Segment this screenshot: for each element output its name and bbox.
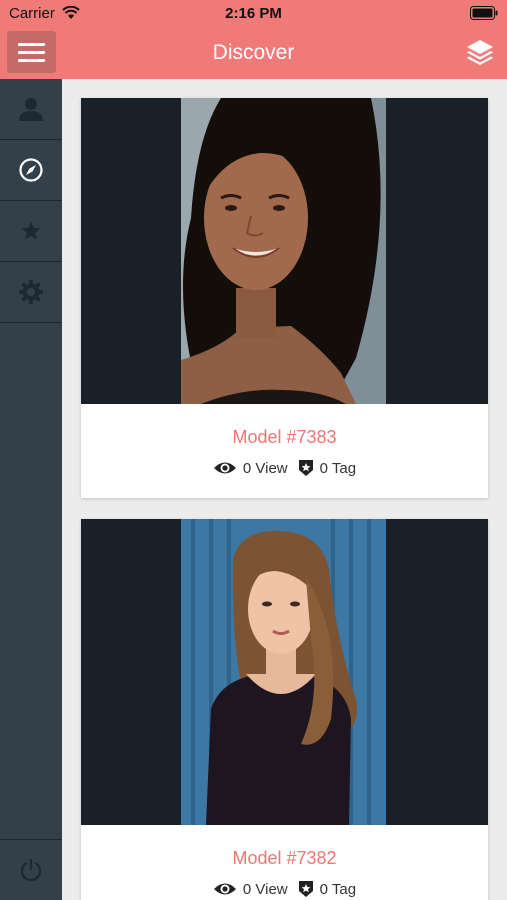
tags-count: 0 Tag xyxy=(319,880,357,898)
model-stats: 0 View 0 Tag xyxy=(81,880,488,898)
sidebar xyxy=(0,79,62,900)
user-icon xyxy=(19,98,43,121)
tags-stat: 0 Tag xyxy=(298,459,356,477)
status-time: 2:16 PM xyxy=(225,5,282,22)
power-icon xyxy=(20,858,42,882)
page-title: Discover xyxy=(212,41,295,64)
sidebar-item-logout[interactable] xyxy=(0,839,62,900)
model-card[interactable]: Model #7382 0 View 0 Tag xyxy=(81,519,488,900)
sidebar-item-profile[interactable] xyxy=(0,79,62,140)
views-stat: 0 View xyxy=(213,881,288,898)
eye-icon xyxy=(213,883,236,895)
status-bar: Carrier 2:16 PM xyxy=(0,0,507,28)
compass-icon xyxy=(19,158,43,182)
star-icon xyxy=(21,221,41,240)
eye-icon xyxy=(213,462,236,474)
model-title[interactable]: Model #7383 xyxy=(81,427,488,448)
battery-icon xyxy=(470,6,498,20)
layers-icon[interactable] xyxy=(465,37,495,67)
sidebar-item-settings[interactable] xyxy=(0,262,62,323)
model-photo-frame xyxy=(81,519,488,825)
model-title[interactable]: Model #7382 xyxy=(81,848,488,869)
badge-icon xyxy=(298,881,313,897)
model-photo-frame xyxy=(81,98,488,404)
model-stats: 0 View 0 Tag xyxy=(81,459,488,477)
sidebar-item-favorites[interactable] xyxy=(0,201,62,262)
views-count: 0 View xyxy=(242,880,288,898)
model-photo xyxy=(181,98,386,404)
badge-icon xyxy=(298,460,313,476)
gear-icon xyxy=(19,280,43,304)
discover-feed[interactable]: Model #7383 0 View 0 Tag Model #7382 0 V… xyxy=(62,79,507,900)
app-header: Carrier 2:16 PM Discover xyxy=(0,0,507,79)
tags-count: 0 Tag xyxy=(319,459,357,477)
views-stat: 0 View xyxy=(213,460,288,477)
model-card[interactable]: Model #7383 0 View 0 Tag xyxy=(81,98,488,498)
sidebar-item-discover[interactable] xyxy=(0,140,62,201)
views-count: 0 View xyxy=(242,459,288,477)
tags-stat: 0 Tag xyxy=(298,880,356,898)
model-photo xyxy=(181,519,386,825)
